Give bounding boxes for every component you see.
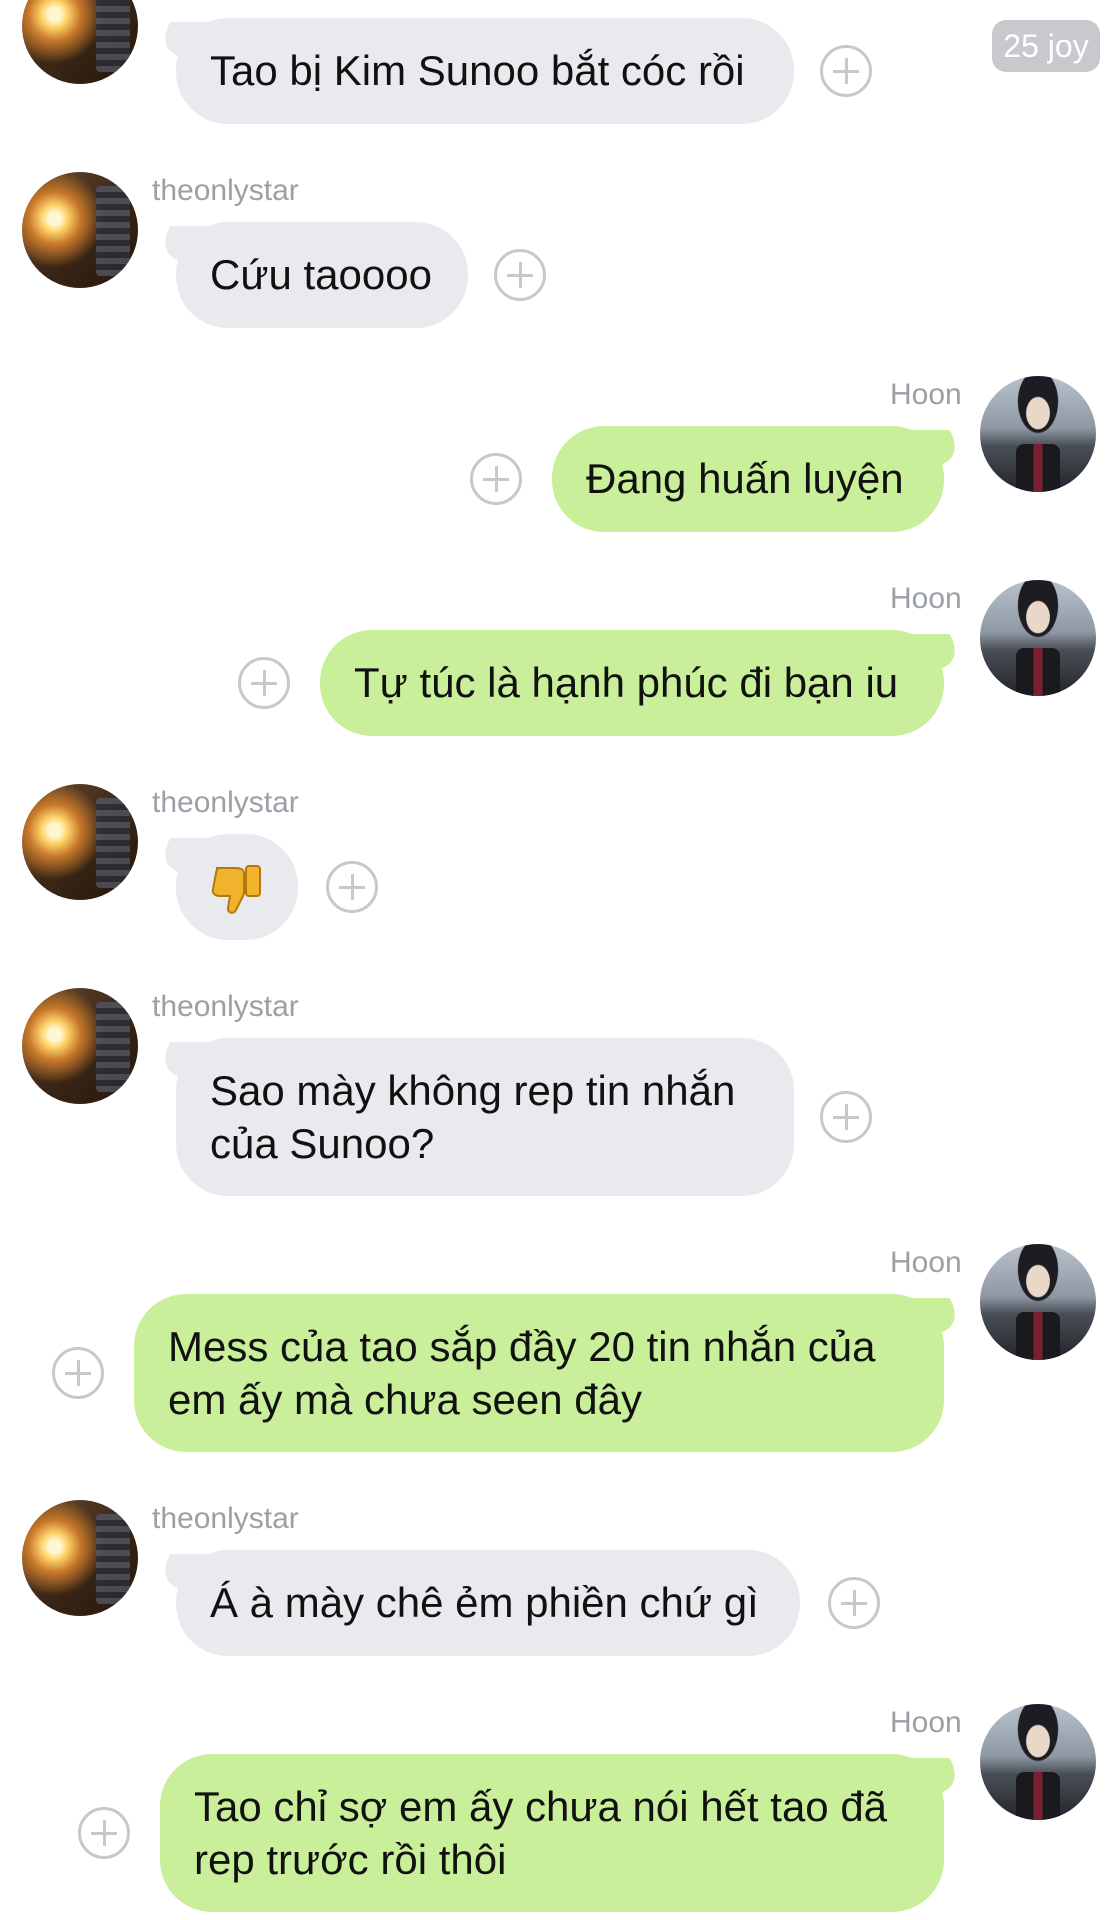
message-bubble-outgoing[interactable]: Tao chỉ sợ em ấy chưa nói hết tao đã rep…	[160, 1754, 944, 1912]
message-text: Tao bị Kim Sunoo bắt cóc rồi	[210, 47, 745, 94]
avatar-hoon[interactable]	[980, 1244, 1096, 1360]
avatar-hoon[interactable]	[980, 1704, 1096, 1820]
message-text: Đang huấn luyện	[586, 455, 904, 502]
message-bubble-incoming[interactable]: Sao mày không rep tin nhắn của Sunoo?	[176, 1038, 794, 1196]
message-text: Cứu taoooo	[210, 251, 432, 298]
message-text-line: em ấy mà chưa seen đây	[168, 1376, 643, 1423]
avatar-theonlystar[interactable]	[22, 784, 138, 900]
message-text-line: Mess của tao sắp đầy 20 tin nhắn của	[168, 1323, 876, 1370]
message-bubble-incoming[interactable]: Tao bị Kim Sunoo bắt cóc rồi	[176, 18, 794, 124]
sender-name: theonlystar	[152, 174, 299, 207]
thumbs-down-emoji	[211, 865, 261, 914]
add-reaction-icon[interactable]	[828, 1577, 880, 1629]
add-reaction-icon[interactable]	[52, 1347, 104, 1399]
avatar-theonlystar[interactable]	[22, 1500, 138, 1616]
sender-name: Hoon	[890, 378, 962, 411]
avatar-theonlystar[interactable]	[22, 172, 138, 288]
avatar-theonlystar[interactable]	[22, 988, 138, 1104]
sender-name: theonlystar	[152, 1502, 299, 1535]
message-bubble-outgoing[interactable]: Tự túc là hạnh phúc đi bạn iu	[320, 630, 944, 736]
avatar-hoon[interactable]	[980, 376, 1096, 492]
add-reaction-icon[interactable]	[820, 1091, 872, 1143]
add-reaction-icon[interactable]	[470, 453, 522, 505]
add-reaction-icon[interactable]	[78, 1807, 130, 1859]
message-text: Tự túc là hạnh phúc đi bạn iu	[354, 659, 899, 706]
add-reaction-icon[interactable]	[494, 249, 546, 301]
add-reaction-icon[interactable]	[326, 861, 378, 913]
add-reaction-icon[interactable]	[238, 657, 290, 709]
message-bubble-outgoing[interactable]: Mess của tao sắp đầy 20 tin nhắn của em …	[134, 1294, 944, 1452]
add-reaction-icon[interactable]	[820, 45, 872, 97]
avatar-hoon[interactable]	[980, 580, 1096, 696]
sender-name: Hoon	[890, 582, 962, 615]
message-text-line: Tao chỉ sợ em ấy chưa nói hết tao đã	[194, 1783, 888, 1830]
message-text-line: của Sunoo?	[210, 1120, 435, 1167]
message-text-line: Sao mày không rep tin nhắn	[210, 1067, 736, 1114]
sender-name: Hoon	[890, 1246, 962, 1279]
reaction-count-badge[interactable]: 25 joy	[992, 20, 1100, 72]
message-bubble-outgoing[interactable]: Đang huấn luyện	[552, 426, 944, 532]
message-text-line: rep trước rồi thôi	[194, 1836, 507, 1883]
message-bubble-incoming[interactable]: Á à mày chê ẻm phiền chứ gì	[176, 1550, 800, 1656]
sender-name: theonlystar	[152, 990, 299, 1023]
message-bubble-incoming[interactable]: Cứu taoooo	[176, 222, 468, 328]
sender-name: Hoon	[890, 1706, 962, 1739]
sender-name: theonlystar	[152, 786, 299, 819]
avatar-theonlystar[interactable]	[22, 0, 138, 84]
message-text: Á à mày chê ẻm phiền chứ gì	[210, 1579, 759, 1626]
